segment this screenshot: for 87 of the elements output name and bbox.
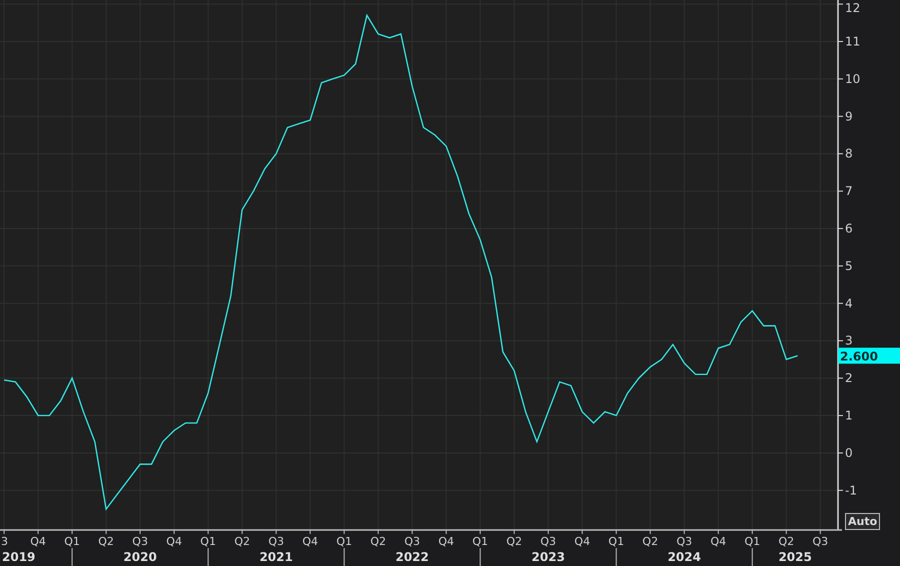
x-axis-label: Q3 xyxy=(132,530,148,548)
x-axis-label: Q2 xyxy=(778,530,794,548)
y-axis-label: 2 xyxy=(838,371,853,386)
y-tick-label: 3 xyxy=(845,334,853,348)
x-axis-label: Q1 xyxy=(200,530,216,548)
y-tick-label: 0 xyxy=(845,446,853,460)
y-axis-label: 10 xyxy=(838,72,860,86)
x-tick-label: Q1 xyxy=(744,535,760,548)
x-tick-label: Q3 xyxy=(132,535,148,548)
y-axis-label: 4 xyxy=(838,296,853,310)
y-axis-label: 9 xyxy=(838,109,853,124)
x-tick-label: Q4 xyxy=(30,535,46,548)
x-axis-label: Q4 xyxy=(574,530,590,548)
auto-button[interactable]: Auto xyxy=(845,513,880,530)
x-axis-label: 3 xyxy=(1,530,8,548)
y-tick-label: 11 xyxy=(845,34,860,49)
x-tick-label: Q3 xyxy=(540,535,556,548)
x-axis-label: Q4 xyxy=(30,530,46,548)
x-tick-label: Q3 xyxy=(404,535,420,548)
x-tick-label: Q2 xyxy=(642,535,658,548)
x-axis-label: Q1 xyxy=(64,530,80,548)
y-tick-label: 10 xyxy=(845,72,860,86)
y-tick-label: 7 xyxy=(845,184,853,198)
x-tick-label: Q2 xyxy=(370,535,386,548)
y-axis-label: -1 xyxy=(838,483,857,498)
x-tick-label: Q1 xyxy=(472,535,488,548)
y-axis-label: 12 xyxy=(838,1,860,15)
y-tick-label: 4 xyxy=(845,296,853,310)
x-tick-label: Q4 xyxy=(574,535,590,548)
y-axis-label: 5 xyxy=(838,258,853,273)
x-axis-label: Q2 xyxy=(506,530,522,548)
y-tick-label: 2 xyxy=(845,371,853,386)
y-tick-label: 9 xyxy=(845,109,853,124)
x-axis-label: Q3 xyxy=(404,530,420,548)
y-axis-label: 3 xyxy=(838,334,853,348)
x-tick-label: Q3 xyxy=(676,535,692,548)
x-axis-label: Q4 xyxy=(710,530,726,548)
year-label: 2019 xyxy=(2,550,36,564)
x-axis-label: Q3 xyxy=(812,530,828,548)
x-axis-label: Q4 xyxy=(166,530,182,548)
x-tick-label: 3 xyxy=(1,535,8,548)
x-axis-label: Q2 xyxy=(642,530,658,548)
year-label: 2021 xyxy=(259,550,293,564)
x-axis-label: Q3 xyxy=(676,530,692,548)
x-tick-label: Q4 xyxy=(166,535,182,548)
x-tick-label: Q1 xyxy=(64,535,80,548)
x-tick-label: Q2 xyxy=(778,535,794,548)
y-tick-label: 8 xyxy=(845,146,853,161)
year-label: 2024 xyxy=(668,550,701,564)
x-axis-label: Q1 xyxy=(336,530,352,548)
x-axis-label: Q1 xyxy=(744,530,760,548)
x-tick-label: Q2 xyxy=(98,535,114,548)
last-value-badge: 2.600 xyxy=(838,348,900,364)
x-tick-label: Q4 xyxy=(710,535,726,548)
y-tick-label: 12 xyxy=(845,1,860,15)
x-tick-label: Q1 xyxy=(336,535,352,548)
y-tick-label: -1 xyxy=(845,483,857,498)
y-axis-label: 1 xyxy=(838,408,853,423)
x-axis-label: Q4 xyxy=(438,530,454,548)
x-tick-label: Q4 xyxy=(302,535,318,548)
x-axis-label: Q3 xyxy=(268,530,284,548)
x-axis-label: Q1 xyxy=(608,530,624,548)
y-axis-label: 11 xyxy=(838,34,860,49)
x-axis-label: Q1 xyxy=(472,530,488,548)
year-label: 2025 xyxy=(778,550,812,564)
x-tick-label: Q1 xyxy=(200,535,216,548)
y-axis-label: 6 xyxy=(838,222,853,236)
year-label: 2023 xyxy=(532,550,565,564)
x-tick-label: Q3 xyxy=(812,535,828,548)
x-tick-label: Q1 xyxy=(608,535,624,548)
x-axis-label: Q2 xyxy=(370,530,386,548)
y-axis-label: 0 xyxy=(838,446,853,460)
x-tick-label: Q4 xyxy=(438,535,454,548)
x-axis-label: Q2 xyxy=(98,530,114,548)
year-label: 2022 xyxy=(396,550,429,564)
x-axis-label: Q3 xyxy=(540,530,556,548)
x-tick-label: Q2 xyxy=(234,535,250,548)
y-axis-label: 7 xyxy=(838,184,853,198)
y-tick-label: 5 xyxy=(845,258,853,273)
y-tick-label: 1 xyxy=(845,408,853,423)
x-axis-label: Q2 xyxy=(234,530,250,548)
year-label: 2020 xyxy=(123,550,157,564)
y-axis-label: 8 xyxy=(838,146,853,161)
x-axis-label: Q4 xyxy=(302,530,318,548)
x-tick-label: Q3 xyxy=(268,535,284,548)
x-tick-label: Q2 xyxy=(506,535,522,548)
y-tick-label: 6 xyxy=(845,222,853,236)
